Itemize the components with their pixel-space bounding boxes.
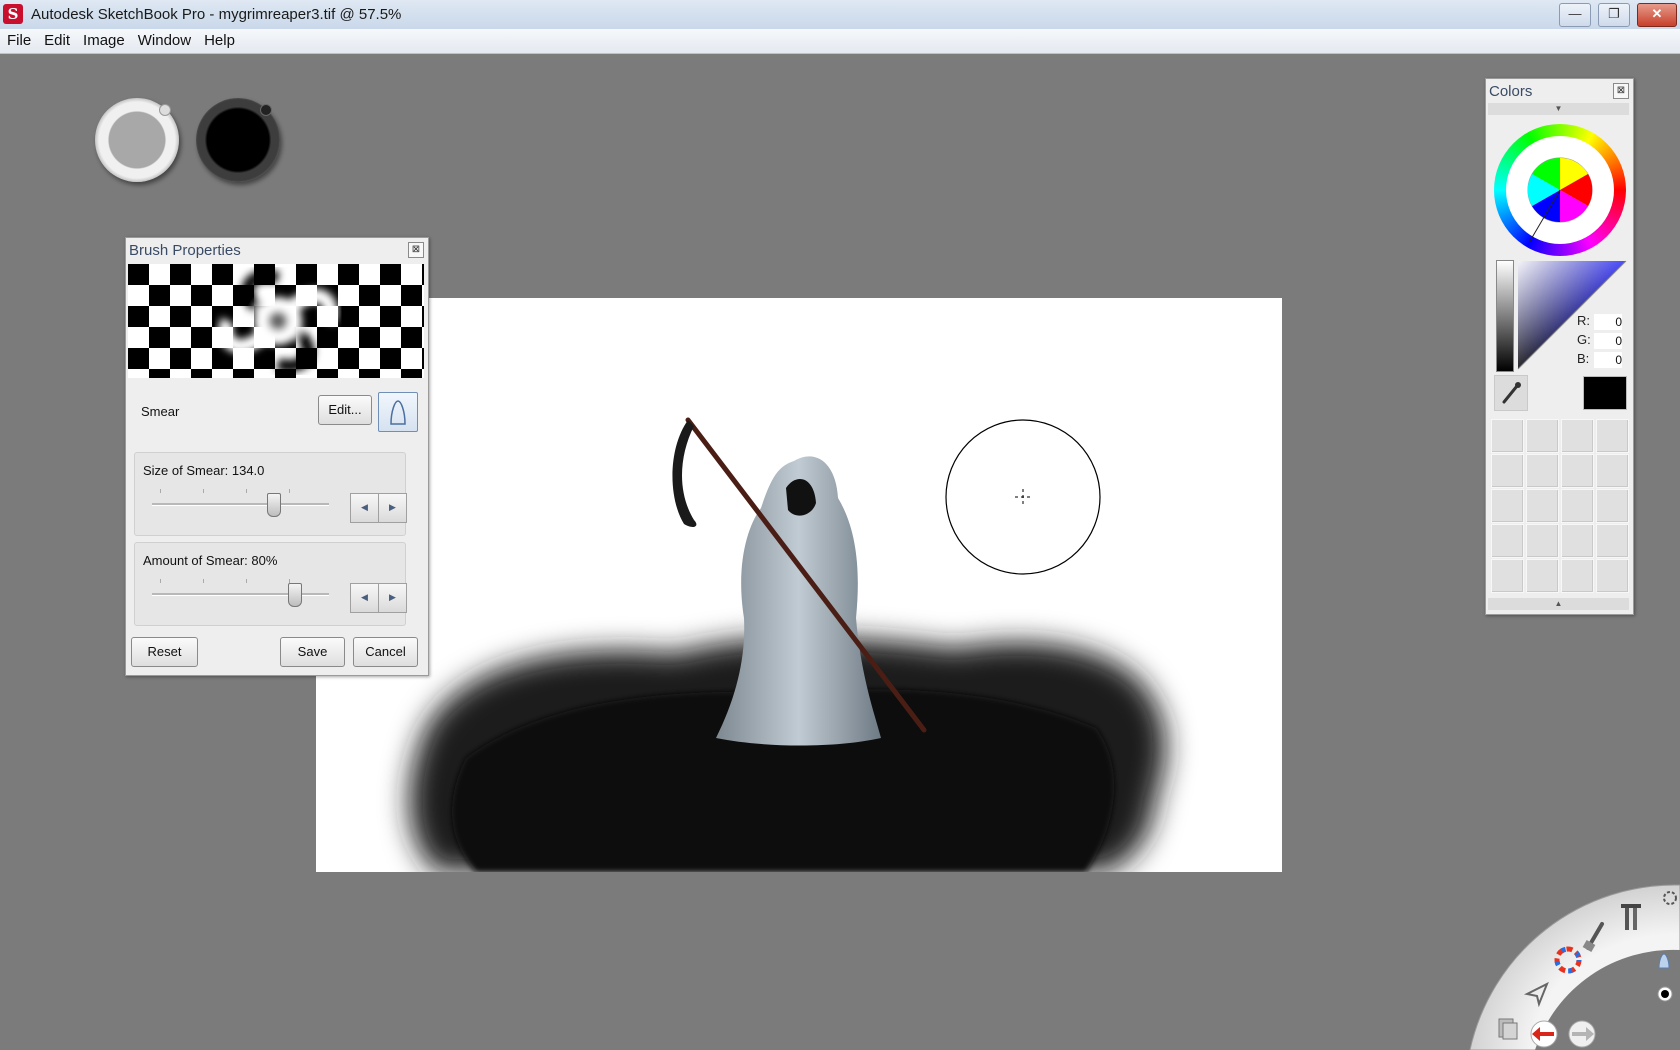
eyedropper-button[interactable] — [1494, 375, 1528, 411]
slider-tick — [246, 489, 247, 493]
reset-button[interactable]: Reset — [131, 637, 198, 667]
slider-tick — [203, 579, 204, 583]
swatch-cell[interactable] — [1491, 559, 1524, 593]
eyedropper-icon — [1502, 382, 1521, 404]
swatch-cell[interactable] — [1561, 489, 1594, 523]
size-group: Size of Smear: 134.0 ◀ ▶ — [134, 452, 407, 536]
amount-slider-thumb[interactable] — [288, 583, 302, 607]
swatch-cell[interactable] — [1491, 454, 1524, 488]
size-slider-thumb[interactable] — [267, 493, 281, 517]
amount-slider-track[interactable] — [152, 593, 329, 596]
panel-title: Brush Properties — [129, 242, 241, 259]
size-label: Size of Smear: 134.0 — [143, 463, 265, 478]
brush-shape-button[interactable] — [378, 392, 418, 432]
green-label: G: — [1577, 332, 1591, 347]
color-wheel[interactable] — [1493, 123, 1627, 257]
menu-file[interactable]: File — [0, 29, 37, 49]
blue-label: B: — [1577, 351, 1590, 366]
menu-bar: File Edit Image Window Help — [0, 29, 1680, 54]
edit-brush-button[interactable]: Edit... — [318, 395, 372, 425]
amount-label: Amount of Smear: 80% — [143, 553, 278, 568]
brush-tip-icon — [390, 400, 406, 425]
settings-icon[interactable] — [1660, 888, 1680, 908]
size-increase-button[interactable]: ▶ — [378, 493, 407, 523]
swatch-cell[interactable] — [1561, 454, 1594, 488]
restore-button[interactable]: ❐ — [1598, 3, 1630, 27]
brush-dot-icon[interactable] — [1655, 984, 1675, 1004]
brush-preview-icon[interactable] — [1653, 950, 1675, 972]
gray-value-bar[interactable] — [1496, 260, 1514, 372]
title-bar: S Autodesk SketchBook Pro - mygrimreaper… — [0, 0, 1680, 30]
brush-preview — [128, 264, 424, 378]
red-label: R: — [1577, 313, 1590, 328]
size-decrease-button[interactable]: ◀ — [350, 493, 379, 523]
close-button[interactable]: ✕ — [1637, 3, 1677, 27]
collapse-arrow-icon[interactable]: ▲ — [1488, 598, 1629, 610]
amount-group: Amount of Smear: 80% ◀ ▶ — [134, 542, 407, 626]
swatch-cell[interactable] — [1561, 559, 1594, 593]
expand-arrow-icon[interactable]: ▼ — [1488, 103, 1629, 115]
panel-close-icon[interactable]: ⊠ — [408, 242, 424, 258]
undo-icon[interactable] — [1527, 1020, 1561, 1048]
swatch-cell[interactable] — [1596, 489, 1629, 523]
brush-color-puck[interactable] — [196, 98, 280, 182]
swatch-cell[interactable] — [1491, 489, 1524, 523]
swatch-cell[interactable] — [1596, 559, 1629, 593]
drawing-canvas[interactable] — [316, 298, 1282, 872]
menu-edit[interactable]: Edit — [37, 29, 76, 49]
swatch-cell[interactable] — [1561, 524, 1594, 558]
window-title: Autodesk SketchBook Pro - mygrimreaper3.… — [31, 6, 402, 23]
slider-tick — [160, 579, 161, 583]
swatch-cell[interactable] — [1561, 419, 1594, 453]
brush-name: Smear — [141, 404, 180, 419]
swatch-grid — [1491, 419, 1629, 595]
layers-icon[interactable] — [1495, 1015, 1519, 1041]
cancel-button[interactable]: Cancel — [353, 637, 418, 667]
menu-window[interactable]: Window — [131, 29, 197, 49]
swatch-cell[interactable] — [1526, 489, 1559, 523]
swatch-cell[interactable] — [1491, 524, 1524, 558]
swatch-cell[interactable] — [1596, 454, 1629, 488]
swatch-cell[interactable] — [1491, 419, 1524, 453]
green-value[interactable]: 0 — [1594, 333, 1622, 349]
scythe-blade — [672, 420, 697, 527]
slider-tick — [246, 579, 247, 583]
current-color-swatch[interactable] — [1583, 376, 1627, 410]
brush-icon[interactable] — [1580, 918, 1610, 954]
puck-indicator — [260, 104, 272, 116]
save-button[interactable]: Save — [280, 637, 345, 667]
lagoon-toolbar — [1465, 880, 1680, 1050]
slider-tick — [203, 489, 204, 493]
swatch-cell[interactable] — [1596, 419, 1629, 453]
amount-decrease-button[interactable]: ◀ — [350, 583, 379, 613]
color-wheel-icon[interactable] — [1553, 945, 1583, 975]
redo-icon[interactable] — [1565, 1020, 1599, 1048]
panel-close-icon[interactable]: ⊠ — [1613, 83, 1629, 99]
swatch-cell[interactable] — [1526, 559, 1559, 593]
blue-value[interactable]: 0 — [1594, 352, 1622, 368]
minimize-button[interactable]: — — [1559, 3, 1591, 27]
puck-indicator — [159, 104, 171, 116]
menu-help[interactable]: Help — [197, 29, 241, 49]
menu-image[interactable]: Image — [76, 29, 131, 49]
slider-tick — [289, 489, 290, 493]
red-value[interactable]: 0 — [1594, 314, 1622, 330]
panel-title: Colors — [1489, 83, 1533, 100]
swatch-cell[interactable] — [1526, 454, 1559, 488]
swatch-cell[interactable] — [1526, 419, 1559, 453]
size-slider-track[interactable] — [152, 503, 329, 506]
swatch-cell[interactable] — [1596, 524, 1629, 558]
select-icon[interactable] — [1523, 980, 1551, 1008]
tools-icon[interactable] — [1617, 900, 1647, 936]
slider-tick — [160, 489, 161, 493]
brush-preview-graphic — [128, 264, 424, 378]
brush-size-puck[interactable] — [95, 98, 179, 182]
swatch-cell[interactable] — [1526, 524, 1559, 558]
colors-panel: Colors ⊠ ▼ R: 0 G: 0 B: 0 ▲ — [1485, 78, 1634, 615]
brush-properties-panel: Brush Properties ⊠ Smear Edit... Size of… — [125, 237, 429, 676]
artwork — [409, 417, 1166, 872]
app-icon: S — [3, 4, 23, 24]
amount-increase-button[interactable]: ▶ — [378, 583, 407, 613]
